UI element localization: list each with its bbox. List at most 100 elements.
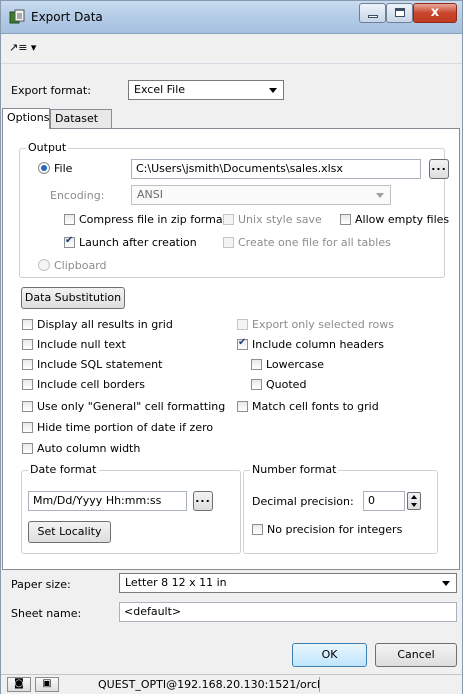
tab-options[interactable]: Options (2, 108, 50, 129)
display-all-box (22, 319, 33, 330)
tools-dropdown-icon[interactable]: ↗≡ ▾ (9, 41, 36, 54)
status-bar: ◙ ▣ QUEST_OPTI@192.168.20.130:1521/orcl (1, 674, 462, 694)
export-selected-box (237, 319, 248, 330)
include-headers-box (237, 337, 248, 350)
quoted-box (251, 379, 262, 390)
encoding-label: Encoding: (50, 189, 105, 202)
status-divider (319, 677, 320, 692)
tab-strip: Options Dataset (1, 108, 462, 129)
sheet-name-input[interactable]: <default> (119, 602, 457, 622)
connection-status-text: QUEST_OPTI@192.168.20.130:1521/orcl (98, 678, 321, 691)
close-button[interactable]: x (413, 3, 457, 23)
use-general-label: Use only "General" cell formatting (37, 400, 226, 413)
hide-time-checkbox[interactable]: Hide time portion of date if zero (22, 421, 213, 436)
spin-up-icon (411, 495, 417, 499)
file-radio-dot (38, 162, 50, 174)
decimal-precision-label: Decimal precision: (252, 495, 354, 508)
unix-style-checkbox[interactable]: Unix style save (223, 213, 322, 228)
decimal-precision-stepper[interactable] (407, 492, 421, 510)
launch-after-creation-checkbox[interactable]: Launch after creation (64, 235, 197, 251)
auto-width-checkbox[interactable]: Auto column width (22, 442, 140, 457)
clipboard-radio-label: Clipboard (54, 259, 107, 272)
clipboard-radio-dot (38, 259, 50, 271)
launch-after-creation-label: Launch after creation (79, 236, 197, 249)
chevron-down-icon (376, 193, 384, 198)
compress-zip-checkbox[interactable]: Compress file in zip format (64, 213, 227, 228)
no-precision-box (252, 524, 263, 535)
export-selected-checkbox[interactable]: Export only selected rows (237, 318, 394, 333)
compress-zip-label: Compress file in zip format (79, 213, 227, 226)
unix-style-label: Unix style save (238, 213, 322, 226)
chevron-down-icon (269, 88, 277, 93)
title-bar[interactable]: Export Data x (1, 1, 462, 34)
ok-button[interactable]: OK (292, 643, 367, 667)
options-panel: Output File C:\Users\jsmith\Documents\sa… (2, 128, 460, 570)
encoding-select[interactable]: ANSI (131, 185, 391, 205)
sheet-name-label: Sheet name: (11, 607, 82, 620)
window-title: Export Data (31, 10, 103, 24)
no-precision-label: No precision for integers (267, 523, 403, 536)
session-icon-button[interactable]: ▣ (35, 677, 59, 692)
include-borders-box (22, 379, 33, 390)
tab-dataset[interactable]: Dataset (50, 109, 112, 128)
cancel-button[interactable]: Cancel (375, 643, 457, 667)
match-fonts-label: Match cell fonts to grid (252, 400, 379, 413)
ok-label: OK (321, 648, 338, 661)
date-format-browse-label: ... (195, 492, 211, 505)
clipboard-radio[interactable]: Clipboard (38, 259, 107, 272)
connection-icon-button[interactable]: ◙ (7, 677, 31, 692)
include-borders-checkbox[interactable]: Include cell borders (22, 378, 145, 393)
set-locality-label: Set Locality (37, 525, 102, 538)
unix-style-box (223, 214, 234, 225)
use-general-box (22, 401, 33, 412)
include-borders-label: Include cell borders (37, 378, 146, 391)
hide-time-label: Hide time portion of date if zero (37, 421, 214, 434)
data-substitution-button[interactable]: Data Substitution (21, 287, 125, 309)
date-format-browse-button[interactable]: ... (193, 491, 213, 511)
file-path-input[interactable]: C:\Users\jsmith\Documents\sales.xlsx (131, 159, 421, 179)
use-general-checkbox[interactable]: Use only "General" cell formatting (22, 400, 225, 415)
minimize-button[interactable] (359, 3, 386, 23)
export-selected-label: Export only selected rows (252, 318, 394, 331)
launch-after-creation-box (64, 235, 75, 248)
auto-width-label: Auto column width (37, 442, 141, 455)
include-null-box (22, 339, 33, 350)
paper-size-value: Letter 8 12 x 11 in (125, 576, 227, 589)
paper-size-select[interactable]: Letter 8 12 x 11 in (119, 573, 457, 593)
export-data-window: Export Data x ↗≡ ▾ Export format: Excel … (0, 0, 463, 694)
lowercase-checkbox[interactable]: Lowercase (251, 358, 324, 373)
connection-icon: ◙ (14, 678, 24, 689)
minimize-icon (368, 15, 378, 18)
date-format-input[interactable]: Mm/Dd/Yyyy Hh:mm:ss (28, 491, 187, 511)
include-null-label: Include null text (37, 338, 126, 351)
one-file-checkbox[interactable]: Create one file for all tables (223, 236, 391, 251)
paper-size-label: Paper size: (11, 578, 71, 591)
export-data-icon (9, 9, 25, 24)
include-headers-checkbox[interactable]: Include column headers (237, 337, 384, 353)
include-sql-checkbox[interactable]: Include SQL statement (22, 358, 162, 373)
lowercase-box (251, 359, 262, 370)
cancel-label: Cancel (397, 648, 435, 661)
no-precision-checkbox[interactable]: No precision for integers (252, 523, 402, 538)
allow-empty-label: Allow empty files (355, 213, 450, 226)
data-substitution-label: Data Substitution (24, 291, 122, 304)
browse-file-button[interactable]: ... (429, 159, 449, 179)
decimal-precision-input[interactable]: 0 (363, 491, 405, 511)
session-icon: ▣ (42, 678, 52, 689)
export-format-label: Export format: (11, 84, 91, 97)
quoted-checkbox[interactable]: Quoted (251, 378, 306, 393)
match-fonts-box (237, 401, 248, 412)
chevron-down-icon (442, 581, 450, 586)
file-radio[interactable]: File (38, 162, 72, 175)
display-all-label: Display all results in grid (37, 318, 173, 331)
set-locality-button[interactable]: Set Locality (28, 521, 111, 543)
allow-empty-checkbox[interactable]: Allow empty files (340, 213, 449, 228)
export-format-select[interactable]: Excel File (128, 80, 284, 100)
match-fonts-checkbox[interactable]: Match cell fonts to grid (237, 400, 379, 415)
include-null-checkbox[interactable]: Include null text (22, 338, 126, 353)
display-all-checkbox[interactable]: Display all results in grid (22, 318, 173, 333)
maximize-button[interactable] (386, 3, 413, 23)
one-file-label: Create one file for all tables (238, 236, 391, 249)
include-sql-box (22, 359, 33, 370)
auto-width-box (22, 443, 33, 454)
